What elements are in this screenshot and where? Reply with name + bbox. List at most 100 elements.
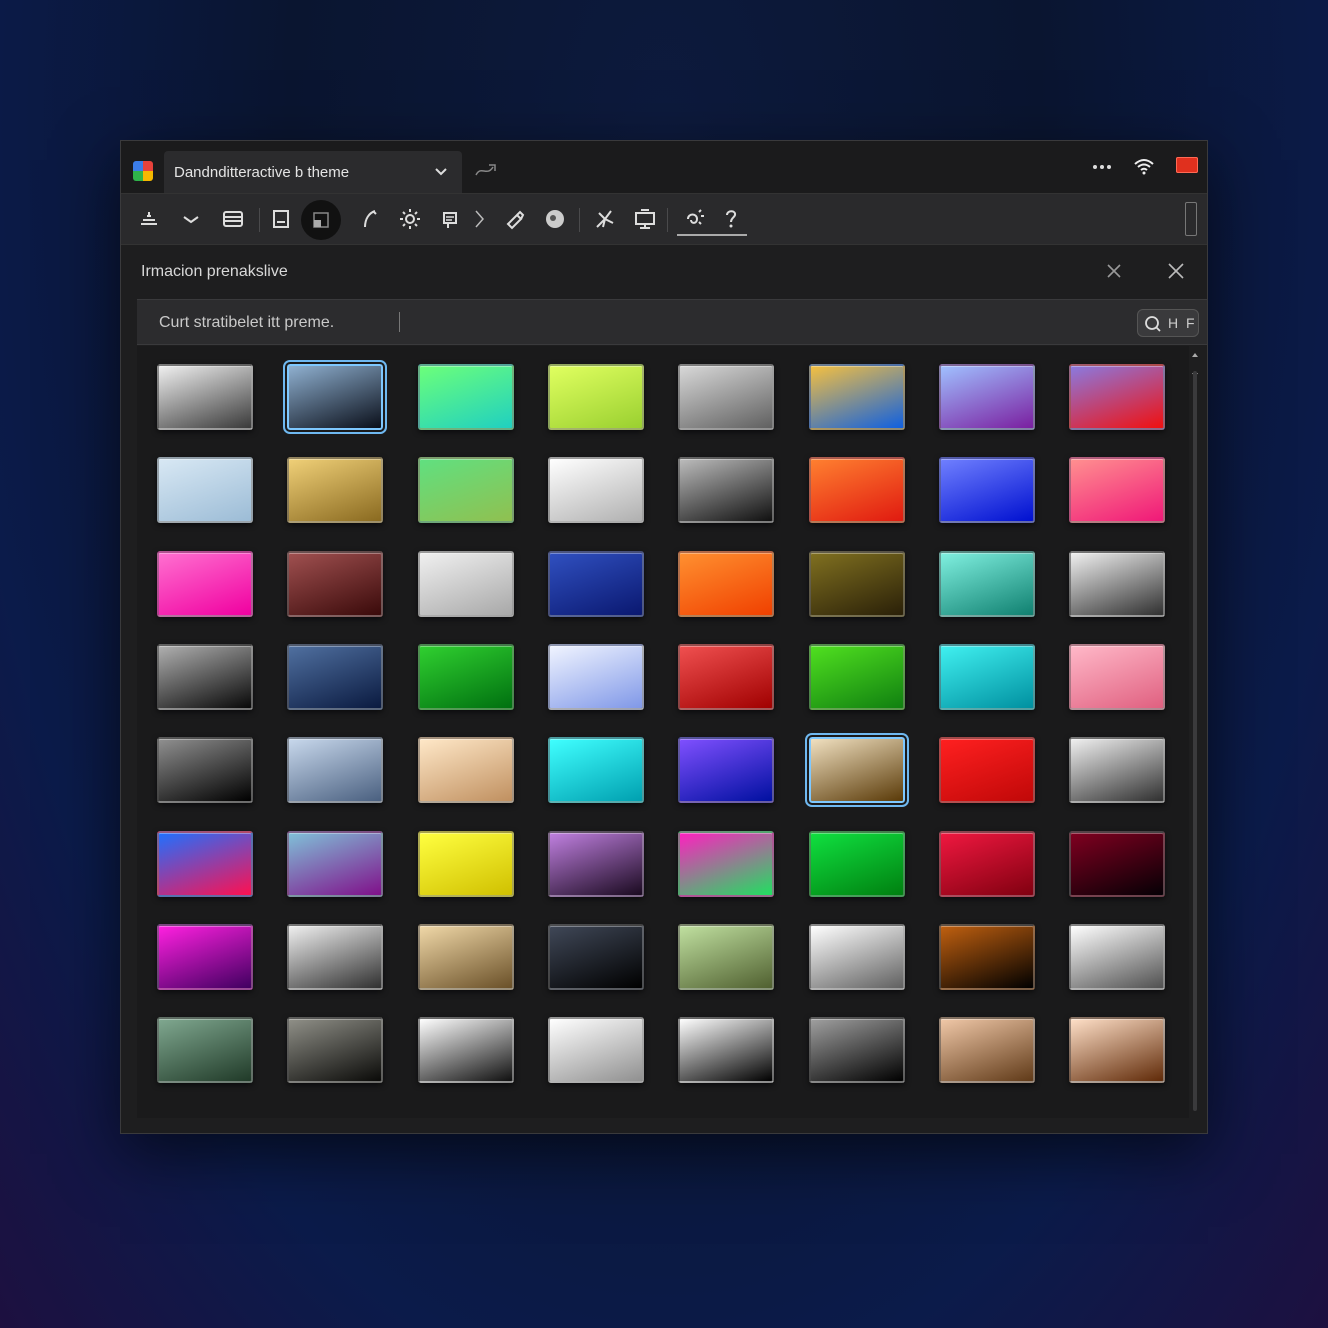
- layer-icon[interactable]: [301, 200, 341, 240]
- color-swatch[interactable]: [548, 457, 644, 523]
- color-swatch[interactable]: [548, 1017, 644, 1083]
- color-swatch[interactable]: [809, 364, 905, 430]
- color-swatch[interactable]: [939, 457, 1035, 523]
- scrollbar[interactable]: [1189, 351, 1201, 1117]
- color-swatch[interactable]: [548, 924, 644, 990]
- color-swatch[interactable]: [939, 551, 1035, 617]
- color-swatch[interactable]: [548, 551, 644, 617]
- color-swatch[interactable]: [157, 551, 253, 617]
- color-swatch[interactable]: [678, 457, 774, 523]
- chevron-down-icon[interactable]: [179, 207, 203, 231]
- panel-title: Irmacion prenakslive: [141, 263, 288, 280]
- search-button[interactable]: H F: [1137, 309, 1199, 337]
- color-swatch[interactable]: [287, 1017, 383, 1083]
- color-swatch[interactable]: [1069, 1017, 1165, 1083]
- close-icon[interactable]: [1167, 262, 1185, 280]
- monitor-icon[interactable]: [633, 207, 657, 231]
- color-swatch[interactable]: [157, 924, 253, 990]
- color-swatch[interactable]: [157, 1017, 253, 1083]
- new-tab-icon[interactable]: [473, 161, 499, 179]
- theme-window: Dandnditteractive b theme Irmacion prena…: [120, 140, 1208, 1134]
- color-swatch[interactable]: [939, 831, 1035, 897]
- color-swatch[interactable]: [157, 831, 253, 897]
- color-swatch[interactable]: [1069, 831, 1165, 897]
- sun-icon[interactable]: [398, 207, 422, 231]
- color-swatch[interactable]: [287, 457, 383, 523]
- color-swatch[interactable]: [418, 644, 514, 710]
- color-swatch[interactable]: [418, 551, 514, 617]
- color-swatch[interactable]: [548, 737, 644, 803]
- color-swatch[interactable]: [287, 924, 383, 990]
- swatch-grid: [137, 346, 1189, 1118]
- list-icon[interactable]: [221, 207, 245, 231]
- color-swatch[interactable]: [809, 644, 905, 710]
- wifi-icon[interactable]: [1133, 155, 1155, 179]
- color-swatch[interactable]: [157, 737, 253, 803]
- color-swatch[interactable]: [1069, 457, 1165, 523]
- search-bar[interactable]: Curt stratibelet itt preme. H F: [137, 299, 1207, 345]
- pen-icon[interactable]: [503, 207, 527, 231]
- more-icon[interactable]: [1091, 155, 1113, 179]
- brush-icon[interactable]: [357, 207, 381, 231]
- color-swatch[interactable]: [678, 644, 774, 710]
- color-swatch[interactable]: [939, 1017, 1035, 1083]
- search-icon: [1145, 316, 1161, 332]
- color-swatch[interactable]: [809, 924, 905, 990]
- color-swatch[interactable]: [939, 644, 1035, 710]
- color-swatch[interactable]: [939, 924, 1035, 990]
- scroll-up-icon[interactable]: [1191, 351, 1199, 359]
- search-input[interactable]: Curt stratibelet itt preme.: [159, 314, 334, 332]
- color-swatch[interactable]: [678, 737, 774, 803]
- toolbar-handle[interactable]: [1185, 202, 1197, 236]
- color-swatch[interactable]: [418, 831, 514, 897]
- close-window-button[interactable]: [1176, 157, 1198, 173]
- color-swatch[interactable]: [1069, 737, 1165, 803]
- close-icon[interactable]: [1105, 262, 1123, 280]
- color-swatch[interactable]: [678, 364, 774, 430]
- color-swatch[interactable]: [809, 831, 905, 897]
- color-swatch[interactable]: [678, 831, 774, 897]
- chevron-right-icon[interactable]: [467, 207, 491, 231]
- color-swatch[interactable]: [287, 831, 383, 897]
- align-icon[interactable]: [137, 207, 161, 231]
- color-swatch[interactable]: [939, 737, 1035, 803]
- chevron-down-icon[interactable]: [434, 165, 448, 179]
- color-swatch[interactable]: [1069, 644, 1165, 710]
- scroll-track[interactable]: [1193, 371, 1197, 1111]
- paint-bucket-icon[interactable]: [439, 207, 463, 231]
- color-swatch[interactable]: [1069, 924, 1165, 990]
- color-swatch[interactable]: [678, 1017, 774, 1083]
- color-swatch[interactable]: [807, 735, 907, 805]
- color-swatch[interactable]: [809, 1017, 905, 1083]
- color-swatch[interactable]: [287, 644, 383, 710]
- color-swatch[interactable]: [157, 644, 253, 710]
- toolbar: [121, 193, 1207, 245]
- image-icon[interactable]: [269, 207, 293, 231]
- color-swatch[interactable]: [157, 457, 253, 523]
- color-swatch[interactable]: [418, 737, 514, 803]
- color-swatch[interactable]: [548, 644, 644, 710]
- color-swatch[interactable]: [548, 831, 644, 897]
- color-swatch[interactable]: [418, 1017, 514, 1083]
- blob-icon[interactable]: [543, 207, 567, 231]
- wand-spark-icon[interactable]: [683, 207, 707, 231]
- color-swatch[interactable]: [418, 924, 514, 990]
- color-swatch[interactable]: [157, 364, 253, 430]
- color-swatch[interactable]: [285, 362, 385, 432]
- help-icon[interactable]: [719, 207, 743, 231]
- color-swatch[interactable]: [1069, 364, 1165, 430]
- color-swatch[interactable]: [939, 364, 1035, 430]
- color-swatch[interactable]: [548, 364, 644, 430]
- color-swatch[interactable]: [809, 457, 905, 523]
- text-caret: [399, 312, 400, 332]
- color-swatch[interactable]: [418, 457, 514, 523]
- color-swatch[interactable]: [1069, 551, 1165, 617]
- color-swatch[interactable]: [678, 924, 774, 990]
- color-swatch[interactable]: [809, 551, 905, 617]
- color-swatch[interactable]: [418, 364, 514, 430]
- color-swatch[interactable]: [678, 551, 774, 617]
- magic-wand-icon[interactable]: [593, 207, 617, 231]
- color-swatch[interactable]: [287, 737, 383, 803]
- color-swatch[interactable]: [287, 551, 383, 617]
- theme-tab[interactable]: Dandnditteractive b theme: [164, 151, 462, 193]
